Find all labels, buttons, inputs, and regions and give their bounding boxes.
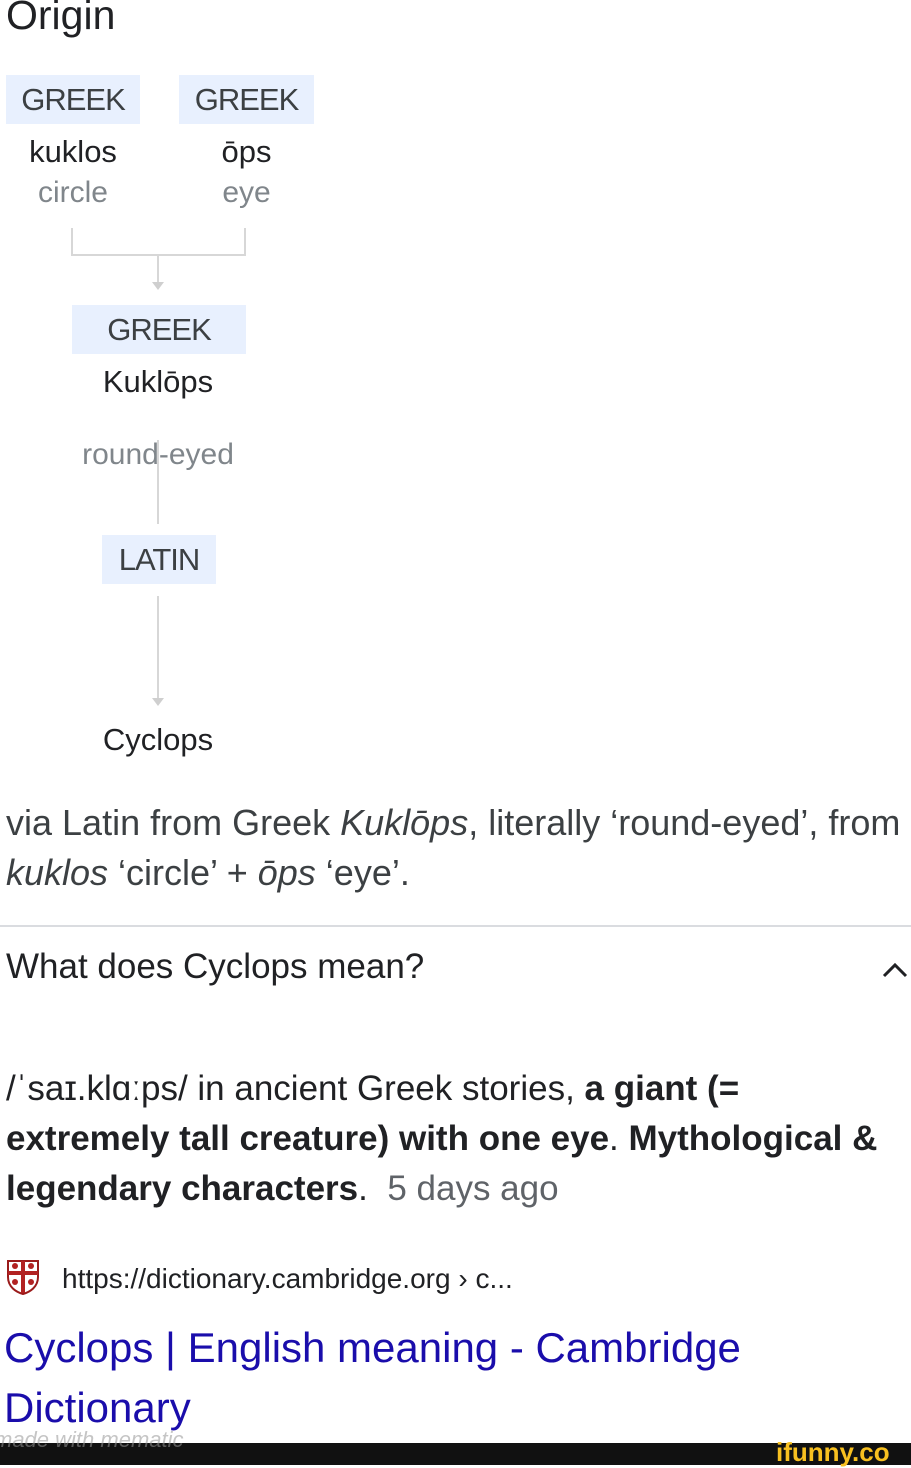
- watermark-mematic: made with mematic: [0, 1427, 184, 1452]
- definition-text: /ˈsaɪ.klɑːps/ in ancient Greek stories, …: [6, 1069, 878, 1208]
- origin-heading: Origin: [6, 0, 116, 38]
- lang-tag-greek-kuklos: GREEK: [6, 75, 140, 124]
- watermark-ifunny: ifunny.co: [776, 1437, 890, 1467]
- cambridge-shield-icon: [6, 1259, 40, 1300]
- faq-question[interactable]: What does Cyclops mean?: [6, 947, 424, 987]
- source-url[interactable]: https://dictionary.cambridge.org › c...: [62, 1263, 513, 1295]
- connector-line: [157, 256, 159, 282]
- connector-line: [244, 228, 246, 256]
- connector-line: [157, 440, 159, 524]
- lang-tag-greek-ops: GREEK: [179, 75, 314, 124]
- root-word-kuklos: kuklos: [29, 134, 117, 169]
- result-title-link[interactable]: Cyclops | English meaning - Cambridge Di…: [4, 1318, 884, 1438]
- connector-line: [157, 596, 159, 698]
- combined-word-kuklops: Kuklōps: [102, 364, 214, 399]
- root-gloss-circle: circle: [37, 176, 108, 209]
- connector-line: [71, 228, 73, 256]
- arrow-down-icon: [152, 282, 164, 290]
- timestamp: 5 days ago: [387, 1169, 559, 1208]
- result-word-cyclops: Cyclops: [102, 722, 214, 757]
- etymology-text: via Latin from Greek Kuklōps, literally …: [6, 802, 901, 893]
- section-divider: [0, 925, 911, 927]
- root-word-ops: ōps: [221, 134, 272, 169]
- lang-tag-greek-kuklops: GREEK: [72, 305, 246, 354]
- chevron-up-icon[interactable]: [880, 955, 910, 985]
- arrow-down-icon: [152, 698, 164, 706]
- source-row[interactable]: https://dictionary.cambridge.org › c...: [6, 1259, 513, 1299]
- root-gloss-eye: eye: [222, 176, 271, 209]
- lang-tag-latin: LATIN: [102, 535, 216, 584]
